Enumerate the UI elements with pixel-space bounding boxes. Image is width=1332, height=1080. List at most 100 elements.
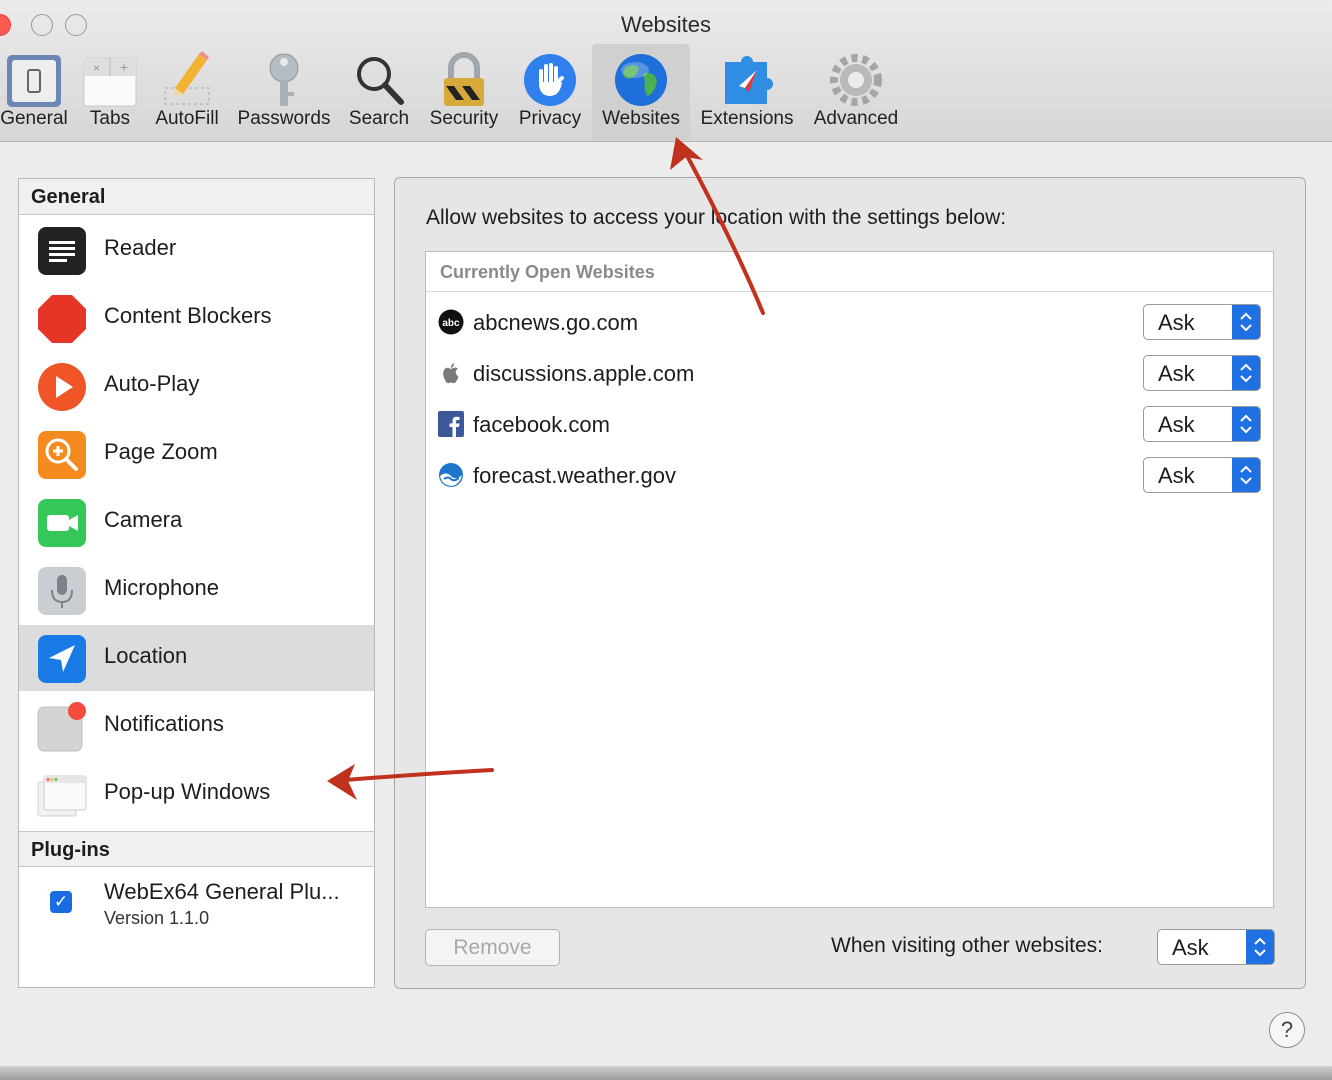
permissions-sidebar: General Reader Content Blockers Auto-Pla… — [18, 178, 375, 988]
location-setting-popup[interactable]: Ask — [1143, 406, 1261, 442]
sidebar-header-plugins: Plug-ins — [19, 831, 374, 867]
sidebar-item-reader[interactable]: Reader — [19, 217, 374, 283]
remove-button[interactable]: Remove — [425, 929, 560, 966]
toolbar-tab-autofill[interactable]: AutoFill — [149, 44, 225, 140]
globe-icon — [615, 54, 667, 106]
table-row: forecast.weather.gov Ask — [426, 450, 1273, 500]
toolbar-label-autofill: AutoFill — [155, 108, 219, 129]
plugin-name[interactable]: WebEx64 General Plu... — [104, 879, 340, 905]
site-name: forecast.weather.gov — [473, 463, 677, 488]
gear-icon — [830, 54, 882, 106]
sidebar-item-microphone[interactable]: Microphone — [19, 557, 374, 623]
toolbar-label-extensions: Extensions — [700, 108, 794, 129]
location-arrow-icon — [38, 635, 86, 683]
padlock-icon — [444, 52, 484, 106]
window-title: Websites — [620, 12, 712, 37]
toolbar-tab-privacy[interactable]: Privacy — [513, 44, 587, 140]
window-toolbar: Websites General × + Tabs AutoFill Passw… — [0, 0, 1332, 142]
toolbar-label-security: Security — [429, 108, 499, 129]
site-name: discussions.apple.com — [473, 361, 695, 386]
sidebar-item-content-blockers[interactable]: Content Blockers — [19, 285, 374, 351]
popup-value: Ask — [1158, 463, 1195, 488]
toolbar-label-tabs: Tabs — [89, 108, 131, 129]
popup-window-icon — [37, 775, 87, 817]
sidebar-item-label: Microphone — [104, 575, 219, 600]
other-websites-setting-popup[interactable]: Ask — [1157, 929, 1275, 965]
sidebar-item-location[interactable]: Location — [19, 625, 374, 691]
abc-logo-icon: abc — [438, 309, 464, 335]
sidebar-item-label: Camera — [104, 507, 183, 532]
sidebar-item-label: Content Blockers — [104, 303, 272, 328]
sidebar-item-notifications[interactable]: Notifications — [19, 693, 374, 759]
sidebar-item-page-zoom[interactable]: Page Zoom — [19, 421, 374, 487]
table-row: discussions.apple.com Ask — [426, 348, 1273, 398]
websites-table: Currently Open Websites abc abcnews.go.c… — [425, 251, 1274, 908]
toolbar-tab-passwords[interactable]: Passwords — [233, 44, 335, 140]
popup-value: Ask — [1158, 412, 1195, 437]
facebook-logo-icon — [438, 411, 464, 437]
apple-logo-icon — [443, 363, 459, 384]
stop-sign-icon — [38, 295, 86, 343]
window-bottom-edge — [0, 1066, 1332, 1080]
table-header: Currently Open Websites — [426, 252, 1273, 292]
toolbar-label-general: General — [0, 108, 68, 129]
sidebar-item-auto-play[interactable]: Auto-Play — [19, 353, 374, 419]
microphone-icon — [38, 567, 86, 615]
sidebar-item-label: Page Zoom — [104, 439, 218, 464]
chevron-up-down-icon — [1232, 305, 1260, 339]
table-row: facebook.com Ask — [426, 399, 1273, 449]
chevron-up-down-icon — [1232, 356, 1260, 390]
sidebar-item-label: Pop-up Windows — [104, 779, 271, 804]
sidebar-item-camera[interactable]: Camera — [19, 489, 374, 555]
toolbar-tab-websites[interactable]: Websites — [592, 44, 690, 140]
tabs-icon: × + — [83, 57, 137, 107]
key-icon — [269, 53, 299, 106]
puzzle-piece-icon — [725, 56, 773, 104]
location-setting-popup[interactable]: Ask — [1143, 355, 1261, 391]
sidebar-header-general: General — [19, 179, 374, 215]
toolbar-tab-general[interactable]: General — [0, 44, 74, 140]
play-icon — [38, 363, 86, 411]
sidebar-item-label: Notifications — [104, 711, 224, 736]
toolbar-label-privacy: Privacy — [518, 108, 582, 129]
chevron-up-down-icon — [1246, 930, 1274, 964]
svg-text:abc: abc — [442, 318, 460, 329]
toolbar-tab-extensions[interactable]: Extensions — [695, 44, 799, 140]
notification-icon — [37, 702, 86, 752]
pencil-icon — [164, 51, 210, 105]
toolbar-tab-tabs[interactable]: × + Tabs — [79, 44, 141, 140]
site-name: abcnews.go.com — [473, 310, 639, 335]
zoom-icon — [38, 431, 86, 479]
svg-text:+: + — [120, 59, 128, 75]
toolbar-tab-advanced[interactable]: Advanced — [808, 44, 904, 140]
other-websites-label: When visiting other websites: — [831, 934, 1103, 957]
general-switch-icon — [7, 55, 61, 107]
sidebar-item-label: Auto-Play — [104, 371, 200, 396]
toolbar-label-advanced: Advanced — [813, 108, 899, 129]
toolbar-label-search: Search — [348, 108, 410, 129]
svg-text:×: × — [93, 61, 100, 75]
plugin-version: Version 1.1.0 — [104, 908, 210, 928]
hand-icon — [524, 54, 576, 106]
sidebar-item-popup-windows[interactable]: Pop-up Windows — [19, 761, 374, 827]
table-row: abc abcnews.go.com Ask — [426, 297, 1273, 347]
noaa-logo-icon — [439, 463, 463, 487]
camera-icon — [38, 499, 86, 547]
sidebar-item-label: Reader — [104, 235, 177, 260]
sidebar-item-label: Location — [104, 643, 188, 668]
toolbar-tab-security[interactable]: Security — [423, 44, 505, 140]
popup-value: Ask — [1158, 310, 1195, 335]
toolbar-tab-search[interactable]: Search — [343, 44, 415, 140]
help-button[interactable]: ? — [1269, 1012, 1305, 1048]
magnifier-icon — [357, 57, 404, 105]
popup-value: Ask — [1158, 361, 1195, 386]
plugin-enabled-checkbox[interactable]: ✓ — [50, 891, 72, 913]
location-setting-popup[interactable]: Ask — [1143, 304, 1261, 340]
site-name: facebook.com — [473, 412, 610, 437]
location-setting-popup[interactable]: Ask — [1143, 457, 1261, 493]
chevron-up-down-icon — [1232, 407, 1260, 441]
toolbar-label-websites: Websites — [602, 108, 680, 129]
toolbar-label-passwords: Passwords — [237, 108, 331, 129]
chevron-up-down-icon — [1232, 458, 1260, 492]
reader-icon — [38, 227, 86, 275]
